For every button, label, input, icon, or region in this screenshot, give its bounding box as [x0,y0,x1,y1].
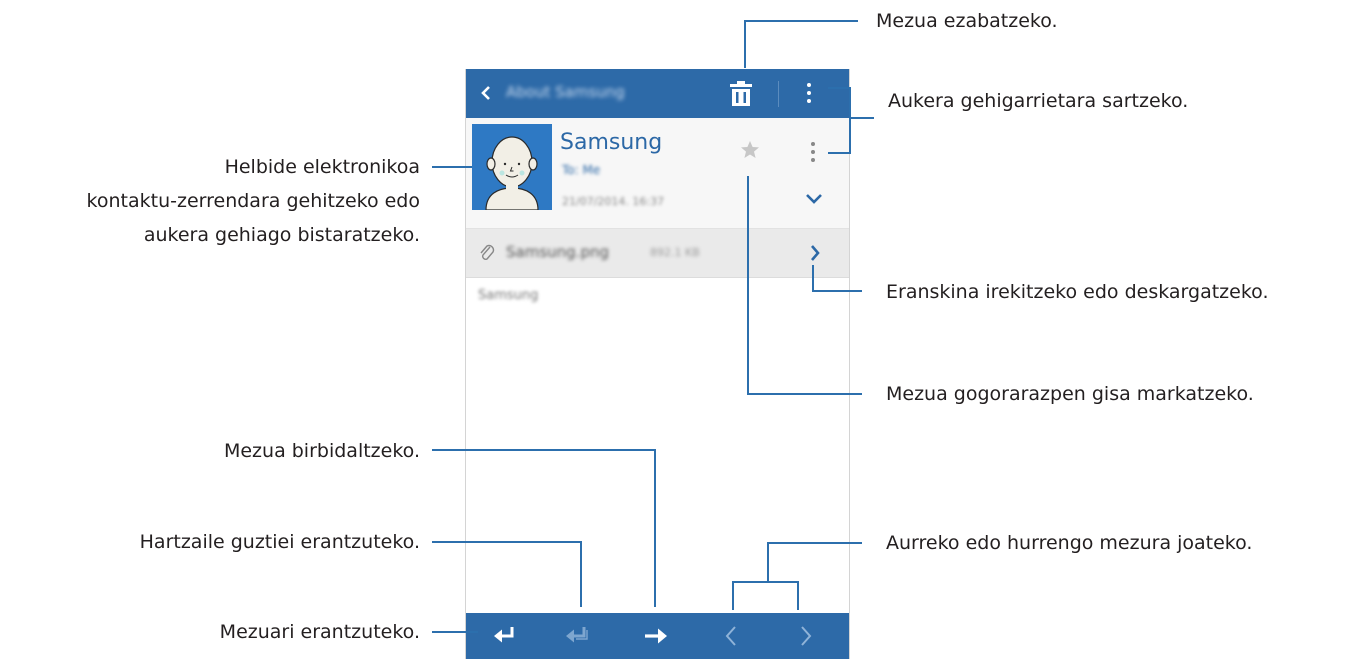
callout-reply: Mezuari erantzuteko. [219,621,420,643]
callout-forward: Mezua birbidaltzeko. [223,440,420,462]
callout-reply-all: Hartzaile guztiei erantzuteko. [139,531,420,553]
callout-navigate: Aurreko edo hurrengo mezura joateko. [886,532,1253,554]
callout-contact-line1: Helbide elektronikoa [224,156,420,178]
callout-contact-line3: aukera gehiago bistaratzeko. [143,224,420,246]
callout-delete: Mezua ezabatzeko. [876,10,1058,32]
callout-contact-line2: kontaktu-zerrendara gehitzeko edo [86,190,420,212]
callout-more-options: Aukera gehigarrietara sartzeko. [888,90,1189,112]
callout-attachment: Eranskina irekitzeko edo deskargatzeko. [886,281,1269,303]
callout-reminder: Mezua gogorarazpen gisa markatzeko. [886,383,1254,405]
